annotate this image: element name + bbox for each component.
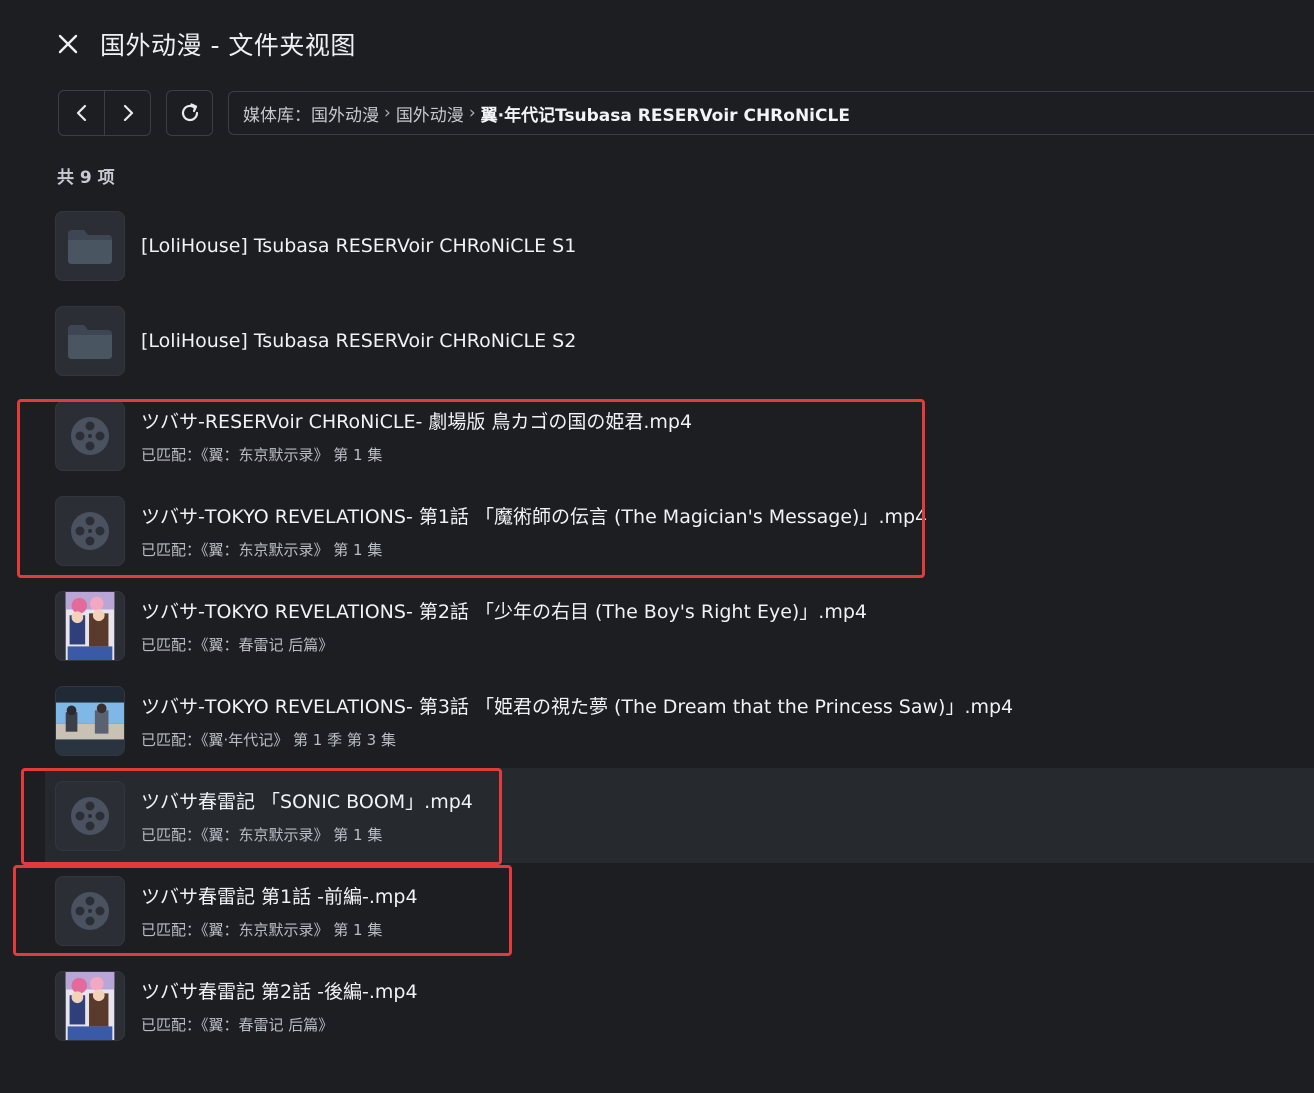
item-name: ツバサ-RESERVoir CHRoNiCLE- 劇場版 鳥カゴの国の姫君.mp… xyxy=(141,410,693,433)
film-reel-icon xyxy=(55,495,125,566)
item-name: ツバサ春雷記 第2話 -後編-.mp4 xyxy=(141,980,418,1003)
breadcrumb-item-folder[interactable]: 国外动漫 xyxy=(396,101,464,126)
list-item[interactable]: ツバサ春雷記 第2話 -後編-.mp4 已匹配：《翼：春雷记 后篇》 xyxy=(0,958,1314,1053)
chevron-right-icon xyxy=(123,104,133,122)
match-status: 已匹配：《翼：春雷记 后篇》 xyxy=(141,635,334,654)
match-status: 已匹配：《翼：东京默示录》 第 1 集 xyxy=(141,920,383,939)
item-name: ツバサ-TOKYO REVELATIONS- 第3話 「姫君の視た夢 (The … xyxy=(141,695,1014,718)
breadcrumb-separator: › xyxy=(384,103,391,123)
folder-icon xyxy=(55,210,125,281)
item-name: ツバサ春雷記 「SONIC BOOM」.mp4 xyxy=(141,790,473,813)
scene-thumbnail xyxy=(55,685,125,756)
breadcrumb-separator: › xyxy=(468,103,476,123)
list-item[interactable]: [LoliHouse] Tsubasa RESERVoir CHRoNiCLE … xyxy=(0,293,1314,388)
folder-view-page: { "window": { "title": "国外动漫 - 文件夹视图" },… xyxy=(0,0,1314,1093)
item-count: 共 9 项 xyxy=(57,168,115,188)
list-item[interactable]: ツバサ-TOKYO REVELATIONS- 第2話 「少年の右目 (The B… xyxy=(0,578,1314,673)
match-status: 已匹配：《翼·年代记》 第 1 季 第 3 集 xyxy=(141,730,396,749)
list-item[interactable]: ツバサ春雷記 「SONIC BOOM」.mp4 已匹配：《翼：东京默示录》 第 … xyxy=(45,768,1314,863)
close-button[interactable] xyxy=(54,30,82,58)
match-status: 已匹配：《翼：东京默示录》 第 1 集 xyxy=(141,540,383,559)
match-status: 已匹配：《翼：东京默示录》 第 1 集 xyxy=(141,825,383,844)
match-status: 已匹配：《翼：春雷记 后篇》 xyxy=(141,1015,334,1034)
list-item[interactable]: ツバサ-TOKYO REVELATIONS- 第1話 「魔術師の伝言 (The … xyxy=(0,483,1314,578)
item-name: [LoliHouse] Tsubasa RESERVoir CHRoNiCLE … xyxy=(141,234,577,257)
match-status: 已匹配：《翼：东京默示录》 第 1 集 xyxy=(141,445,383,464)
film-reel-icon xyxy=(55,875,125,946)
film-reel-icon xyxy=(55,780,125,851)
item-name: ツバサ-TOKYO REVELATIONS- 第1話 「魔術師の伝言 (The … xyxy=(141,505,928,528)
breadcrumb-item-library[interactable]: 媒体库：国外动漫 xyxy=(243,101,379,126)
poster-thumbnail xyxy=(55,970,125,1041)
folder-icon xyxy=(55,305,125,376)
list-item[interactable]: ツバサ-TOKYO REVELATIONS- 第3話 「姫君の視た夢 (The … xyxy=(0,673,1314,768)
item-name: [LoliHouse] Tsubasa RESERVoir CHRoNiCLE … xyxy=(141,329,577,352)
refresh-button[interactable] xyxy=(166,90,213,136)
forward-button[interactable] xyxy=(104,91,150,135)
film-reel-icon xyxy=(55,400,125,471)
file-list: [LoliHouse] Tsubasa RESERVoir CHRoNiCLE … xyxy=(0,198,1314,1053)
breadcrumb-item-current[interactable]: 翼·年代记Tsubasa RESERVoir CHRoNiCLE xyxy=(481,101,850,126)
list-item[interactable]: ツバサ-RESERVoir CHRoNiCLE- 劇場版 鳥カゴの国の姫君.mp… xyxy=(0,388,1314,483)
breadcrumb: 媒体库：国外动漫 › 国外动漫 › 翼·年代记Tsubasa RESERVoir… xyxy=(228,91,1314,135)
back-button[interactable] xyxy=(59,91,104,135)
list-item[interactable]: ツバサ春雷記 第1話 -前編-.mp4 已匹配：《翼：东京默示录》 第 1 集 xyxy=(0,863,1314,958)
refresh-icon xyxy=(181,103,198,122)
item-name: ツバサ春雷記 第1話 -前編-.mp4 xyxy=(141,885,418,908)
item-name: ツバサ-TOKYO REVELATIONS- 第2話 「少年の右目 (The B… xyxy=(141,600,867,623)
chevron-left-icon xyxy=(76,104,86,122)
close-icon xyxy=(58,34,78,54)
poster-thumbnail xyxy=(55,590,125,661)
title-bar: 国外动漫 - 文件夹视图 xyxy=(54,24,356,64)
page-title: 国外动漫 - 文件夹视图 xyxy=(100,31,356,60)
history-nav-group xyxy=(58,90,151,136)
list-item[interactable]: [LoliHouse] Tsubasa RESERVoir CHRoNiCLE … xyxy=(0,198,1314,293)
navigation-bar: 媒体库：国外动漫 › 国外动漫 › 翼·年代记Tsubasa RESERVoir… xyxy=(58,90,1314,136)
